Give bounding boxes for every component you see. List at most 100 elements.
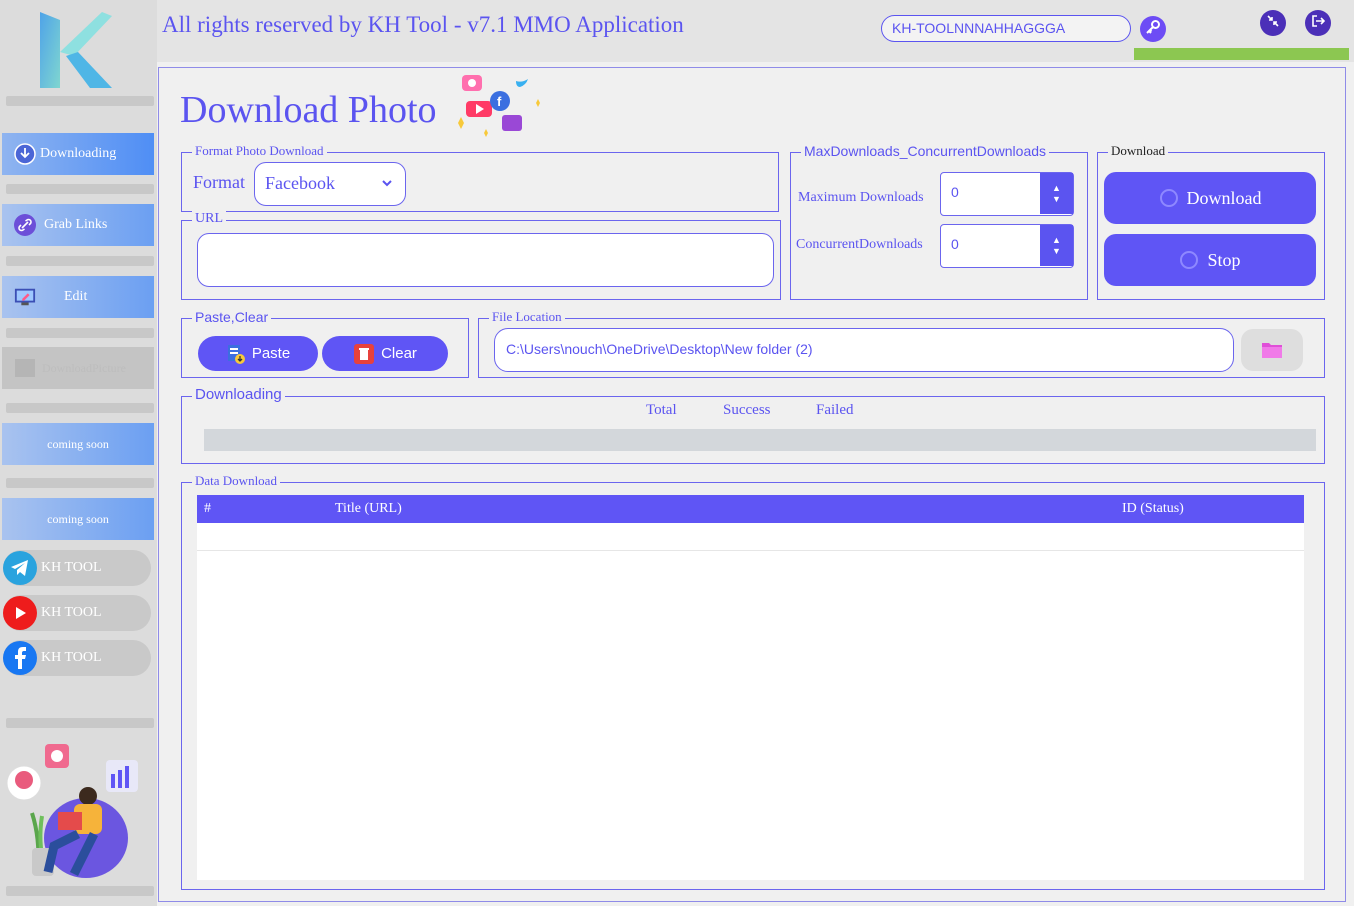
app-logo: [40, 12, 112, 88]
url-input[interactable]: [197, 233, 774, 287]
link-icon: [14, 214, 36, 236]
url-group-legend: URL: [192, 211, 226, 227]
app-title: All rights reserved by KH Tool - v7.1 MM…: [162, 12, 684, 37]
folder-icon: [1261, 341, 1283, 359]
youtube-link[interactable]: KH TOOL: [3, 595, 151, 631]
logout-icon: [1311, 14, 1326, 33]
format-select-value: Facebook: [265, 173, 335, 193]
file-location-group: File Location C:\Users\nouch\OneDrive\De…: [478, 309, 1325, 378]
chevron-down-icon: [381, 163, 393, 204]
format-label: Format: [193, 172, 245, 192]
paste-clear-group-legend: Paste,Clear: [192, 309, 272, 325]
column-header-title: Title (URL): [335, 501, 402, 516]
url-group: URL: [181, 211, 781, 300]
max-downloads-group: MaxDownloads_ConcurrentDownloads Maximum…: [790, 143, 1088, 300]
sidebar-separator: [6, 184, 154, 194]
download-progress-bar: [204, 429, 1316, 451]
paste-button[interactable]: Paste: [198, 336, 318, 371]
sidebar-item-label: coming soon: [47, 436, 109, 451]
collapse-arrows-icon: [1266, 14, 1280, 33]
telegram-icon: [3, 551, 37, 585]
stop-icon: [1179, 250, 1199, 270]
max-downloads-group-legend: MaxDownloads_ConcurrentDownloads: [801, 143, 1050, 159]
sidebar-item-label: DownloadPicture: [42, 360, 126, 375]
column-header-status: ID (Status): [1122, 501, 1184, 516]
stop-button[interactable]: Stop: [1104, 234, 1316, 286]
concurrent-downloads-spinbox[interactable]: 0 ▲ ▼: [940, 224, 1074, 268]
download-table[interactable]: # Title (URL) ID (Status): [197, 495, 1304, 880]
data-download-group-legend: Data Download: [192, 473, 280, 489]
sidebar-item-download-picture[interactable]: DownloadPicture: [2, 347, 154, 389]
max-downloads-label: Maximum Downloads: [798, 190, 924, 205]
failed-label: Failed: [816, 402, 854, 418]
table-header: # Title (URL) ID (Status): [197, 495, 1304, 523]
sidebar-item-label: Grab Links: [44, 217, 108, 232]
trash-icon: [353, 343, 375, 365]
total-label: Total: [646, 402, 677, 418]
downloading-progress-group: Downloading Total Success Failed: [181, 387, 1325, 464]
file-path-field[interactable]: C:\Users\nouch\OneDrive\Desktop\New fold…: [494, 328, 1234, 372]
facebook-icon: [3, 641, 37, 675]
paste-clear-group: Paste,Clear Paste Clear: [181, 309, 469, 378]
sidebar-separator: [6, 403, 154, 413]
sidebar-separator: [6, 328, 154, 338]
clear-button[interactable]: Clear: [322, 336, 448, 371]
title-bar: All rights reserved by KH Tool - v7.1 MM…: [157, 0, 1354, 62]
working-person-illustration: [6, 744, 138, 878]
sidebar: Downloading Grab Links Edit DownloadPict…: [0, 0, 157, 906]
social-label: KH TOOL: [41, 605, 102, 620]
stop-button-label: Stop: [1207, 249, 1241, 270]
concurrent-downloads-value: 0: [951, 236, 959, 252]
sidebar-item-label: Edit: [64, 289, 88, 304]
sidebar-item-coming-soon-1[interactable]: coming soon: [2, 423, 154, 465]
sidebar-separator: [6, 96, 154, 106]
column-header-index: #: [204, 501, 211, 516]
social-media-icons-illustration: f: [458, 75, 540, 137]
sidebar-separator: [6, 256, 154, 266]
data-download-group: Data Download # Title (URL) ID (Status): [181, 473, 1325, 890]
download-group-legend: Download: [1108, 143, 1169, 159]
max-downloads-value: 0: [951, 184, 959, 200]
sidebar-item-coming-soon-2[interactable]: coming soon: [2, 498, 154, 540]
svg-text:f: f: [497, 94, 502, 109]
sidebar-item-downloading[interactable]: Downloading: [2, 133, 154, 175]
download-button[interactable]: Download: [1104, 172, 1316, 224]
monitor-edit-icon: [14, 286, 36, 308]
download-circle-icon: [14, 143, 36, 165]
telegram-link[interactable]: KH TOOL: [3, 550, 151, 586]
loading-circle-icon: [1159, 188, 1179, 208]
facebook-link[interactable]: KH TOOL: [3, 640, 151, 676]
file-location-group-legend: File Location: [489, 309, 565, 325]
download-group: Download Download Stop: [1097, 143, 1325, 300]
sidebar-item-edit[interactable]: Edit: [2, 276, 154, 318]
minimize-button[interactable]: [1260, 10, 1286, 36]
browse-folder-button[interactable]: [1241, 329, 1303, 371]
format-group: Format Photo Download Format Facebook: [181, 143, 779, 212]
license-progress-bar: [1134, 48, 1349, 60]
concurrent-downloads-label: ConcurrentDownloads: [796, 237, 923, 252]
spin-arrows-icon[interactable]: ▲ ▼: [1040, 225, 1073, 266]
social-label: KH TOOL: [41, 650, 102, 665]
format-select[interactable]: Facebook: [254, 162, 406, 206]
license-key-field[interactable]: KH-TOOLNNNAHHAGGGA: [881, 15, 1131, 42]
sidebar-separator: [6, 886, 154, 896]
downloading-group-legend: Downloading: [192, 387, 285, 403]
max-downloads-spinbox[interactable]: 0 ▲ ▼: [940, 172, 1074, 216]
key-icon: [1145, 19, 1161, 40]
social-label: KH TOOL: [41, 560, 102, 575]
spin-arrows-icon[interactable]: ▲ ▼: [1040, 173, 1073, 214]
youtube-icon: [3, 596, 37, 630]
sidebar-item-grab-links[interactable]: Grab Links: [2, 204, 154, 246]
sidebar-item-label: coming soon: [47, 511, 109, 526]
format-group-legend: Format Photo Download: [192, 143, 327, 159]
download-button-label: Download: [1186, 187, 1262, 208]
success-label: Success: [723, 402, 771, 418]
main-panel: Download Photo f Format Photo Download F…: [158, 67, 1346, 902]
logout-button[interactable]: [1305, 10, 1331, 36]
key-button[interactable]: [1140, 16, 1166, 42]
table-row-divider: [197, 550, 1304, 551]
clear-button-label: Clear: [381, 345, 417, 362]
picture-icon: [14, 357, 36, 379]
page-title: Download Photo: [180, 89, 437, 131]
paste-button-label: Paste: [251, 345, 291, 362]
